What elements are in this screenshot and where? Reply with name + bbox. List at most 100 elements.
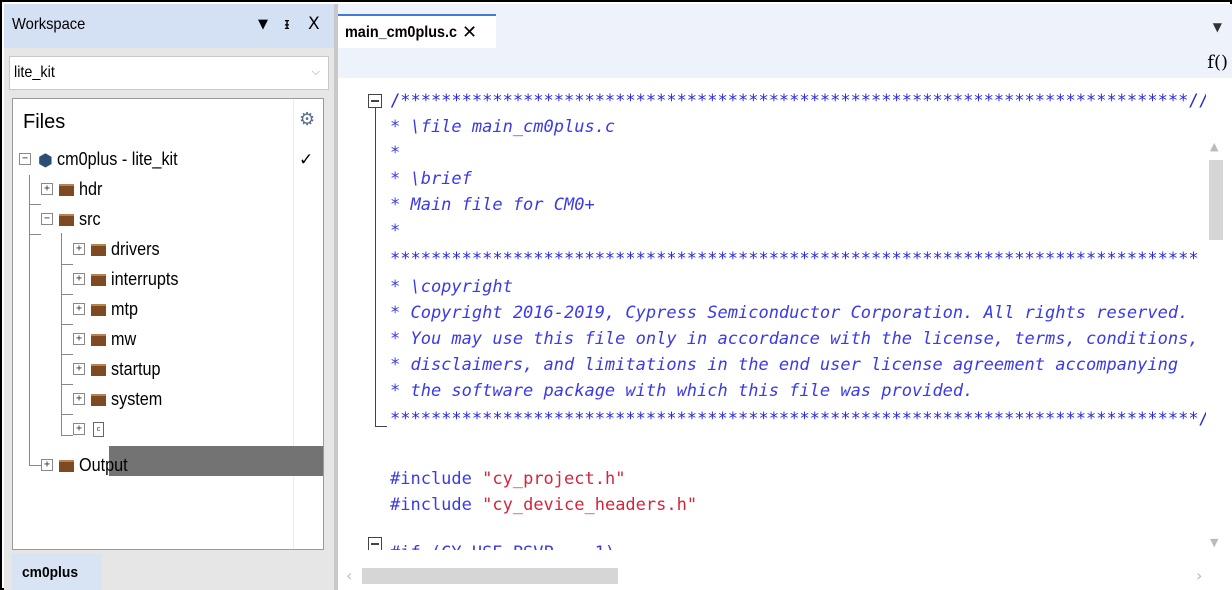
- preprocessor-keyword: #include: [390, 469, 472, 489]
- tree-item-mw[interactable]: + mw: [13, 325, 323, 355]
- tree-item-src[interactable]: − src: [13, 205, 323, 235]
- expand-icon[interactable]: +: [73, 423, 85, 435]
- expand-icon[interactable]: +: [41, 183, 53, 195]
- tree-item-label: interrupts: [111, 269, 179, 289]
- tree-item-label: main_cm0plus.c: [111, 419, 229, 439]
- tab-cm0plus[interactable]: cm0plus: [12, 554, 102, 590]
- include-path: "cy_device_headers.h": [482, 495, 698, 515]
- tree-item-label: startup: [111, 359, 161, 379]
- code-line: /***************************************…: [390, 91, 1206, 111]
- close-icon[interactable]: X: [308, 14, 320, 34]
- tree-item-label: cm0plus - lite_kit: [57, 149, 178, 169]
- project-icon: ⬢: [38, 151, 53, 171]
- folder-icon: [91, 334, 106, 346]
- code-line: * \brief: [390, 169, 472, 189]
- fold-collapse-icon[interactable]: [368, 94, 382, 108]
- tree-item-output[interactable]: + Output: [13, 451, 323, 481]
- pin-icon[interactable]: ᵻ: [284, 14, 290, 33]
- tab-list-dropdown-icon[interactable]: ▼: [1213, 20, 1222, 34]
- code-line: ****************************************…: [390, 409, 1206, 429]
- expand-icon[interactable]: +: [73, 243, 85, 255]
- tab-main-cm0plus[interactable]: main_cm0plus.c ✕: [338, 14, 496, 48]
- scroll-down-icon[interactable]: ▼: [1210, 536, 1218, 549]
- configuration-select[interactable]: lite_kit ⌵: [9, 56, 329, 90]
- tree-item-label: mw: [111, 329, 137, 349]
- vertical-scroll-thumb[interactable]: [1209, 160, 1223, 240]
- tree-item-label: mtp: [111, 299, 139, 319]
- horizontal-scroll-thumb[interactable]: [362, 568, 618, 584]
- editor-toolbar: f(): [338, 48, 1232, 78]
- fold-line: [375, 426, 387, 427]
- scroll-right-icon[interactable]: ›: [1196, 566, 1202, 585]
- workspace-title: Workspace: [12, 16, 86, 33]
- tree-item-system[interactable]: + system: [13, 385, 323, 415]
- collapse-icon[interactable]: −: [19, 153, 31, 165]
- folder-icon: [91, 274, 106, 286]
- workspace-panel: Workspace ▼ ᵻ X lite_kit ⌵ Files ⚙ − ⬢ c…: [4, 4, 334, 590]
- folder-icon: [59, 460, 74, 472]
- code-line: * You may use this file only in accordan…: [390, 329, 1199, 349]
- files-header: Files ⚙: [13, 99, 323, 141]
- code-line: * Main file for CM0+: [390, 195, 595, 215]
- collapse-icon[interactable]: −: [41, 213, 53, 225]
- chevron-down-icon[interactable]: ⌵: [312, 65, 320, 79]
- tree-item-label: Output: [79, 455, 128, 475]
- code-line: * the software package with which this f…: [390, 381, 974, 401]
- folder-icon: [59, 214, 74, 226]
- tree-item-label: system: [111, 389, 163, 409]
- expand-icon[interactable]: +: [73, 273, 85, 285]
- files-title: Files: [23, 111, 66, 133]
- tab-label: main_cm0plus.c: [345, 24, 458, 41]
- folder-icon: [91, 244, 106, 256]
- fold-line: [375, 108, 376, 426]
- tree-item-main-file[interactable]: + c main_cm0plus.c: [13, 415, 323, 445]
- code-line: *: [390, 221, 401, 241]
- editor-tab-bar: main_cm0plus.c ✕ ▼: [338, 4, 1232, 48]
- expand-icon[interactable]: +: [41, 459, 53, 471]
- gear-icon[interactable]: ⚙: [299, 109, 315, 130]
- code-line-include: #include "cy_project.h": [390, 468, 625, 490]
- code-line: * \file main_cm0plus.c: [390, 117, 616, 137]
- expand-icon[interactable]: +: [73, 393, 85, 405]
- tab-label: cm0plus: [22, 564, 78, 581]
- expand-icon[interactable]: +: [73, 363, 85, 375]
- tree-item-drivers[interactable]: + drivers: [13, 235, 323, 265]
- close-tab-icon[interactable]: ✕: [462, 22, 477, 43]
- vertical-scrollbar[interactable]: ▲ ▼: [1206, 130, 1226, 560]
- scroll-up-icon[interactable]: ▲: [1210, 140, 1218, 153]
- function-list-button[interactable]: f(): [1207, 52, 1228, 73]
- fold-gutter: [360, 88, 390, 550]
- configuration-value: lite_kit: [14, 64, 55, 81]
- c-file-icon: c: [93, 422, 104, 437]
- code-line: * disclaimers, and limitations in the en…: [390, 355, 1179, 375]
- code-line: #if (CY_USE_PSVP == 1): [390, 542, 615, 550]
- tree-item-interrupts[interactable]: + interrupts: [13, 265, 323, 295]
- folder-icon: [59, 184, 74, 196]
- folder-icon: [91, 364, 106, 376]
- expand-icon[interactable]: +: [73, 303, 85, 315]
- code-line: *: [390, 143, 401, 163]
- expand-icon[interactable]: +: [73, 333, 85, 345]
- include-path: "cy_project.h": [482, 469, 626, 489]
- tree-item-project[interactable]: − ⬢ cm0plus - lite_kit ✓: [13, 145, 323, 175]
- horizontal-scrollbar[interactable]: ‹ ›: [338, 564, 1232, 588]
- tree-item-mtp[interactable]: + mtp: [13, 295, 323, 325]
- folder-icon: [91, 394, 106, 406]
- checkmark-icon: ✓: [299, 150, 314, 170]
- ide-window: Workspace ▼ ᵻ X lite_kit ⌵ Files ⚙ − ⬢ c…: [0, 0, 1232, 590]
- code-line-include: #include "cy_device_headers.h": [390, 494, 697, 516]
- fold-collapse-icon[interactable]: [368, 537, 382, 550]
- workspace-menu-icon[interactable]: ▼: [258, 17, 268, 32]
- scroll-left-icon[interactable]: ‹: [346, 566, 352, 585]
- workspace-tab-bar: cm0plus: [4, 554, 334, 590]
- tree-item-label: src: [79, 209, 101, 229]
- folder-icon: [91, 304, 106, 316]
- preprocessor-keyword: #include: [390, 495, 472, 515]
- workspace-header: Workspace ▼ ᵻ X: [4, 4, 334, 48]
- editor-panel: main_cm0plus.c ✕ ▼ f() /****************…: [338, 4, 1232, 590]
- tree-item-startup[interactable]: + startup: [13, 355, 323, 385]
- files-tree: Files ⚙ − ⬢ cm0plus - lite_kit ✓ + hdr −…: [12, 98, 324, 550]
- tree-item-hdr[interactable]: + hdr: [13, 175, 323, 205]
- code-area[interactable]: /***************************************…: [360, 88, 1206, 550]
- code-line: ****************************************…: [390, 249, 1199, 269]
